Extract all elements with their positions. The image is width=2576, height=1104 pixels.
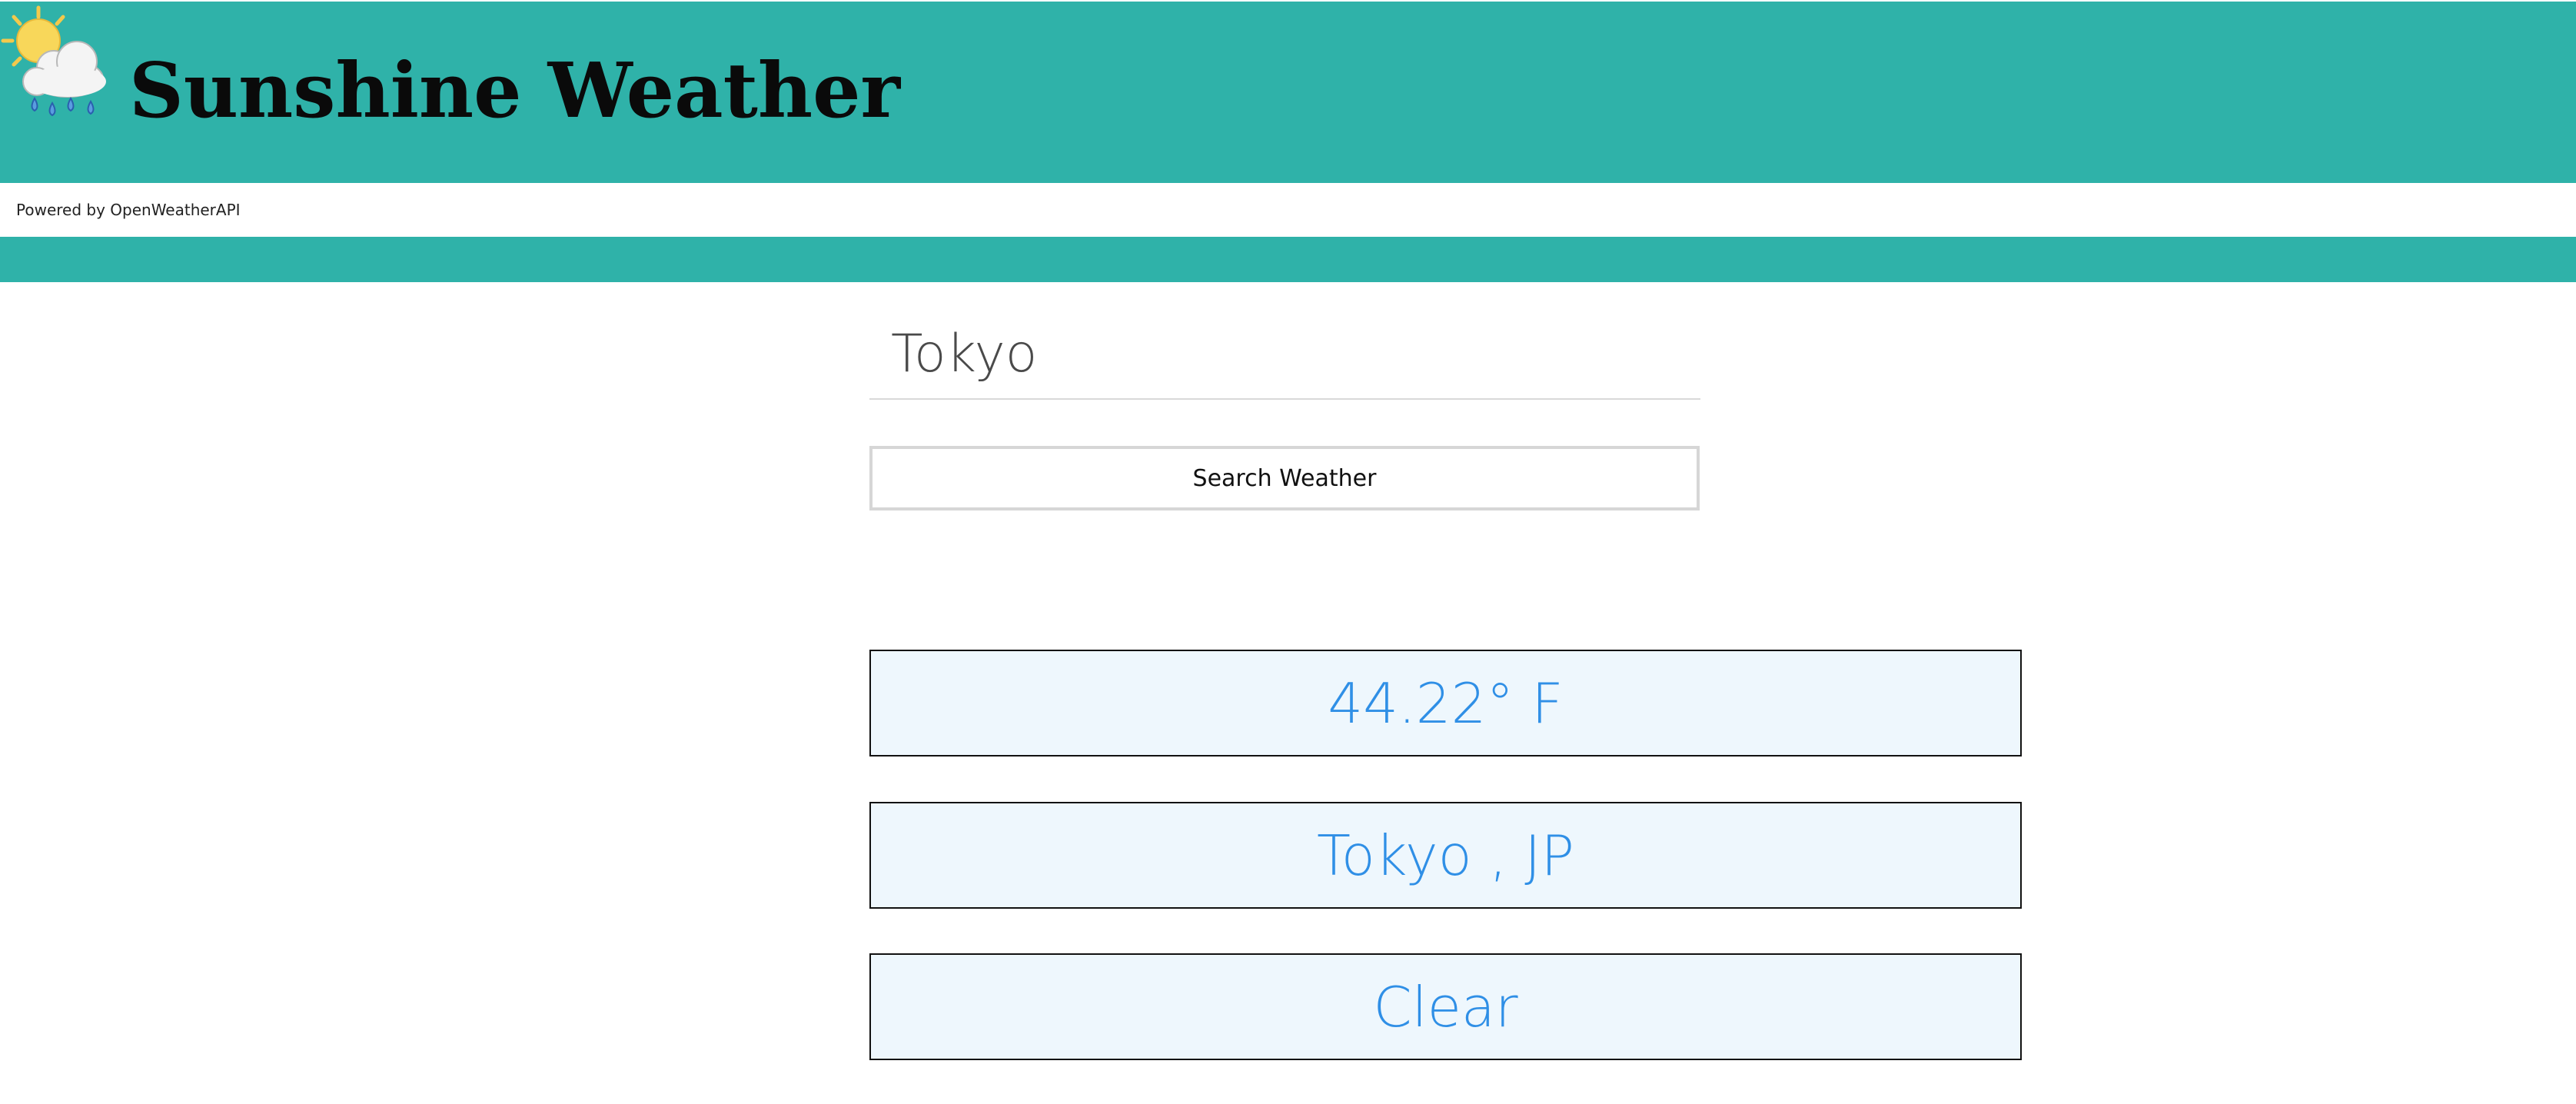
condition-value: Clear [1373, 974, 1518, 1039]
sun-behind-rain-cloud-icon [1, 5, 106, 117]
site-title: Sunshine Weather [129, 47, 901, 135]
temperature-display: 44.22° F [869, 650, 2022, 757]
powered-by-bar: Powered by OpenWeatherAPI [0, 183, 2576, 237]
temperature-value: 44.22° F [1328, 670, 1564, 736]
site-header: Sunshine Weather [0, 0, 2576, 183]
condition-display: Clear [869, 953, 2022, 1060]
page: Sunshine Weather Powered by OpenWeatherA… [0, 0, 2576, 1104]
city-search-input[interactable] [869, 309, 1700, 400]
search-weather-button[interactable]: Search Weather [869, 446, 1700, 510]
powered-by-text: Powered by OpenWeatherAPI [16, 201, 241, 219]
location-value: Tokyo , JP [1317, 823, 1574, 888]
teal-divider-strip [0, 237, 2576, 282]
location-display: Tokyo , JP [869, 802, 2022, 909]
